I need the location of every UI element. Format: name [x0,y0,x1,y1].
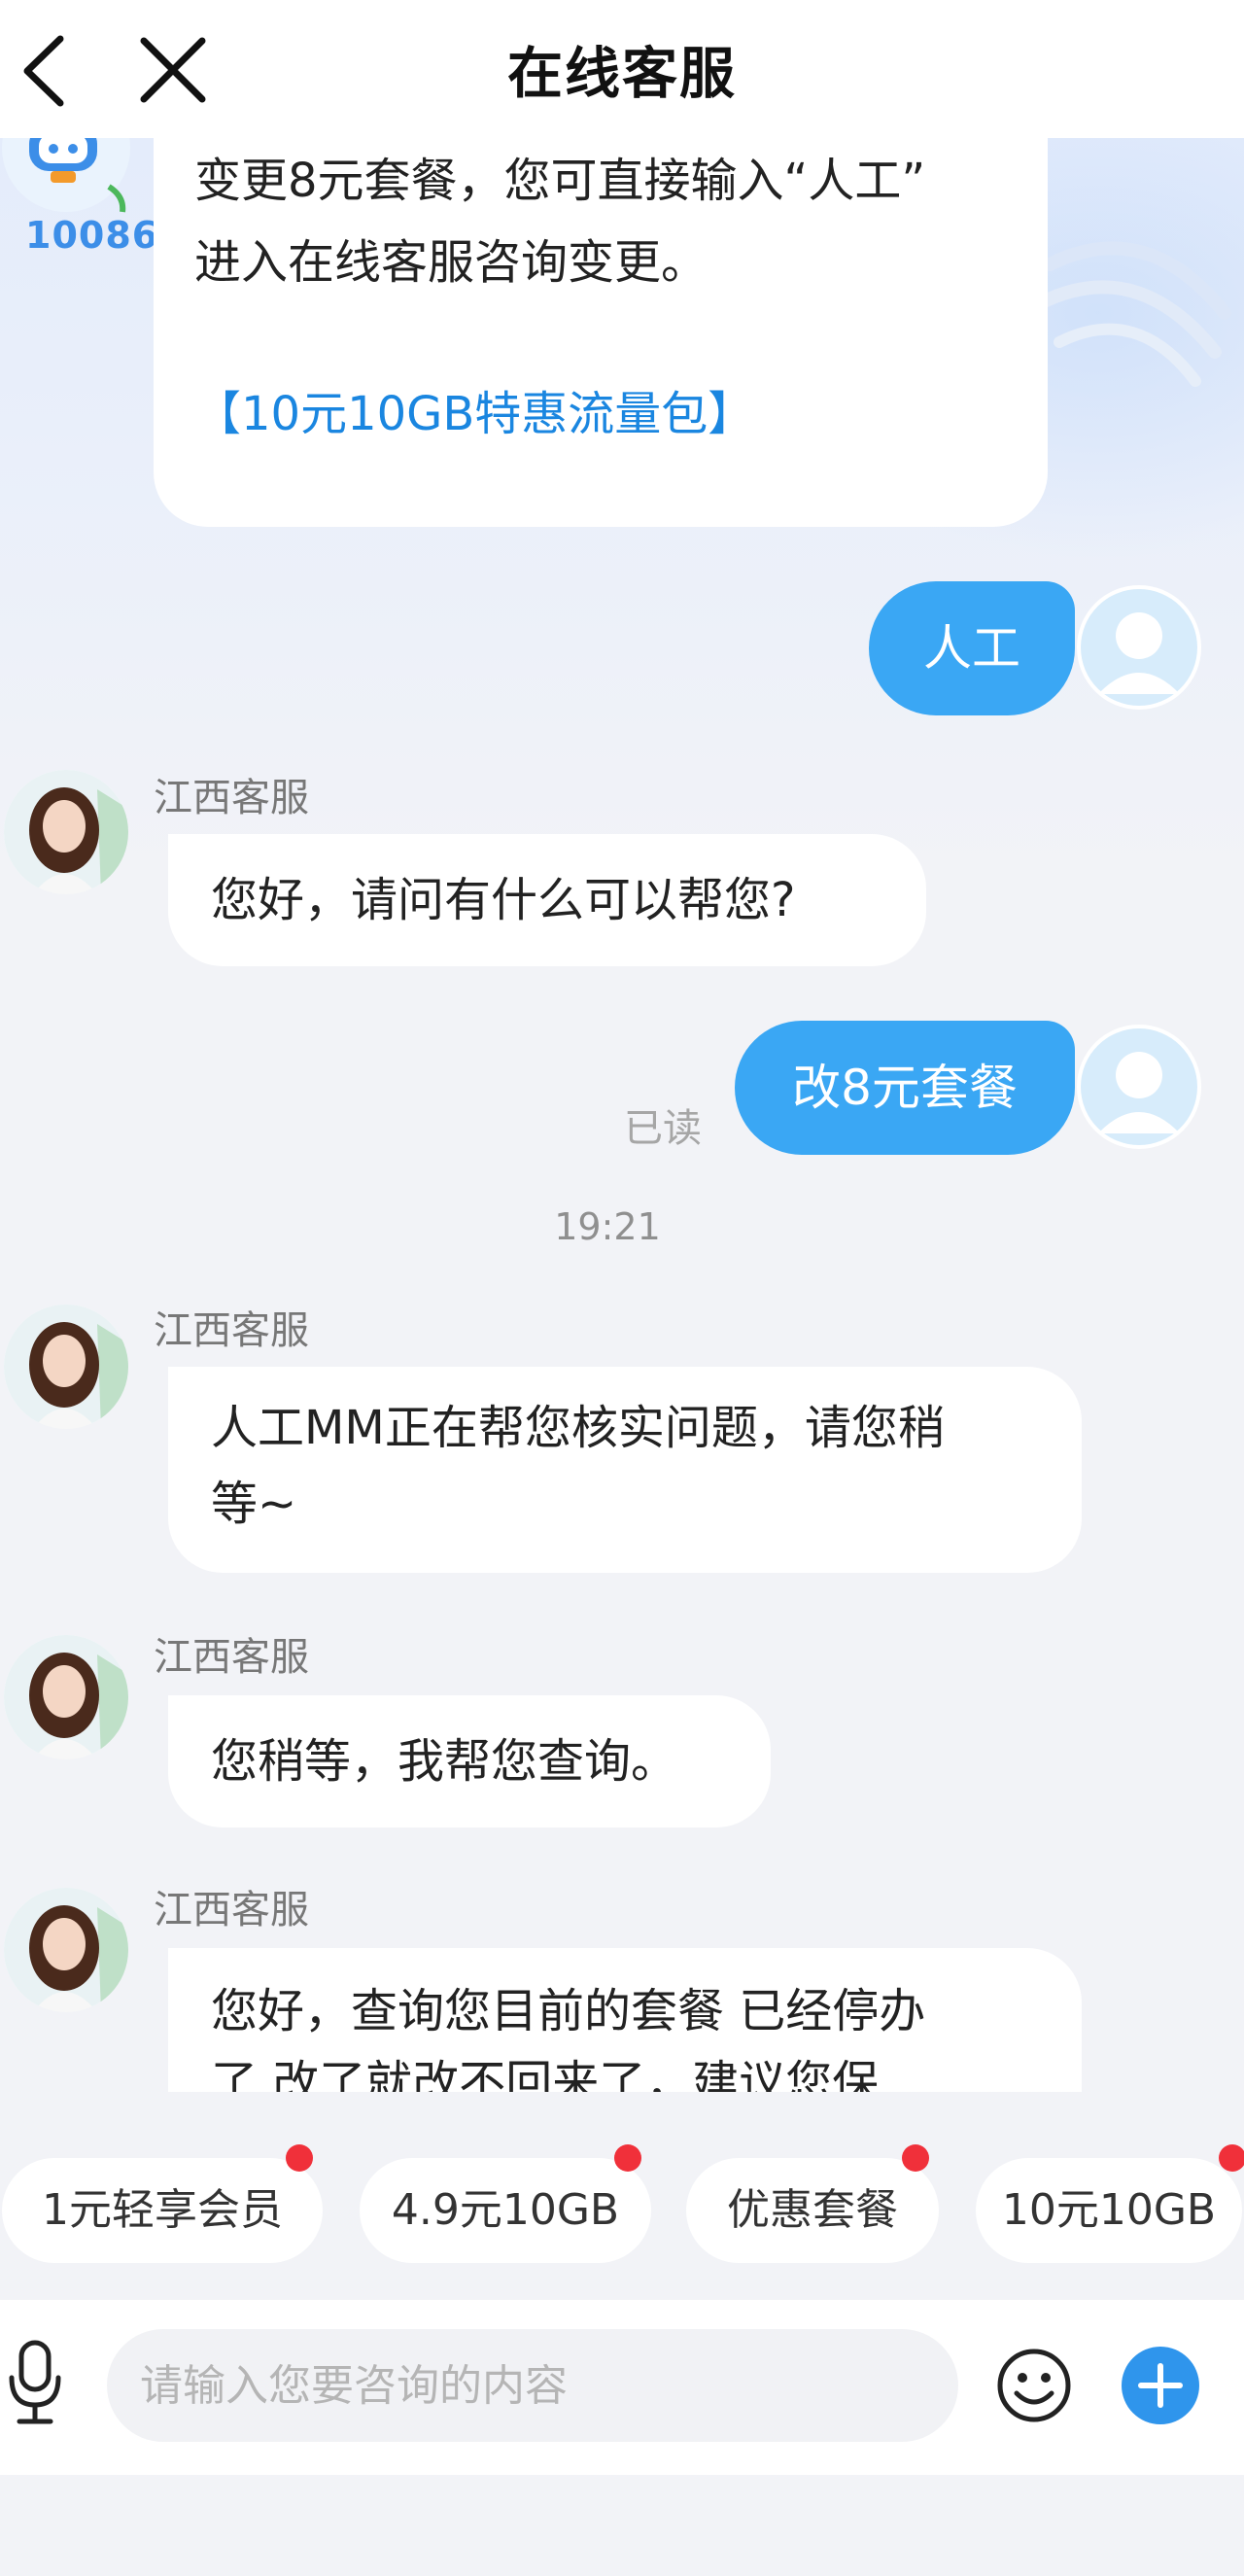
new-badge-dot [1219,2144,1244,2172]
agent-name: 江西客服 [154,1888,309,1932]
user-silhouette-icon [1081,1028,1197,1145]
bottom-safe-area [0,2475,1244,2576]
bot-message-bubble: 变更8元套餐，您可直接输入“人工” 进入在线客服咨询变更。 【10元10GB特惠… [154,138,1048,527]
agent-message-line: 了 改了就改不回来了，建议您保 [211,2056,880,2092]
agent-photo-icon [4,1635,128,1759]
agent-name: 江西客服 [154,1635,309,1680]
user-silhouette-icon [1081,589,1197,706]
agent-message-bubble: 您好，查询您目前的套餐 已经停办 了 改了就改不回来了，建议您保 [168,1948,1082,2092]
user-avatar [1077,1025,1201,1149]
quick-reply-bar: 1元轻享会员 4.9元10GB 优惠套餐 10元10GB [0,2144,1244,2265]
page-title: 在线客服 [507,42,737,106]
microphone-icon[interactable] [6,2339,64,2426]
nav-bar: 在线客服 [0,0,1244,138]
bot-avatar: 10086 [0,138,157,257]
quick-reply-label: 4.9元10GB [391,2185,620,2235]
bot-message-line: 进入在线客服咨询变更。 [194,235,708,290]
agent-message-bubble: 人工MM正在帮您核实问题，请您稍 等~ [168,1367,1082,1573]
message-input[interactable] [107,2329,958,2442]
quick-reply-label: 10元10GB [1001,2185,1217,2235]
agent-message-bubble: 您稍等，我帮您查询。 [168,1695,771,1828]
agent-photo-icon [4,1305,128,1429]
robot-icon [2,138,130,213]
quick-reply-chip[interactable]: 优惠套餐 [686,2144,939,2263]
traffic-package-link[interactable]: 【10元10GB特惠流量包】 [194,373,1009,455]
agent-avatar [4,1635,128,1759]
bot-message-line: 变更8元套餐，您可直接输入“人工” [194,154,926,208]
agent-photo-icon [4,1888,128,2012]
quick-reply-chip[interactable]: 4.9元10GB [360,2144,651,2263]
user-message-bubble: 改8元套餐 [735,1021,1075,1155]
agent-avatar [4,1888,128,2012]
quick-reply-label: 1元轻享会员 [42,2185,283,2235]
quick-reply-label: 优惠套餐 [727,2185,898,2235]
agent-message-text: 您稍等，我帮您查询。 [211,1734,678,1789]
chat-area[interactable]: 10086 变更8元套餐，您可直接输入“人工” 进入在线客服咨询变更。 【10元… [0,138,1244,2092]
agent-avatar [4,770,128,894]
agent-message-line: 人工MM正在帮您核实问题，请您稍 [211,1401,945,1455]
input-bar [0,2300,1244,2475]
bot-logo-text: 10086 [25,214,159,257]
background-wave-decoration [1033,241,1231,387]
emoji-icon[interactable] [995,2347,1073,2424]
read-status: 已读 [624,1106,702,1151]
agent-message-line: 等~ [211,1477,297,1531]
message-timestamp: 19:21 [554,1205,661,1248]
new-badge-dot [614,2144,641,2172]
agent-name: 江西客服 [154,776,309,820]
new-badge-dot [286,2144,313,2172]
quick-reply-chip[interactable]: 1元轻享会员 [2,2144,323,2263]
agent-message-bubble: 您好，请问有什么可以帮您? [168,834,926,966]
add-icon[interactable] [1122,2347,1199,2424]
agent-message-text: 您好，请问有什么可以帮您? [211,873,796,927]
new-badge-dot [902,2144,929,2172]
agent-photo-icon [4,770,128,894]
agent-avatar [4,1305,128,1429]
agent-message-line: 您好，查询您目前的套餐 已经停办 [211,1984,926,2038]
user-message-bubble: 人工 [869,581,1075,715]
agent-name: 江西客服 [154,1308,309,1353]
quick-reply-chip[interactable]: 10元10GB [976,2144,1244,2263]
user-avatar [1077,585,1201,710]
